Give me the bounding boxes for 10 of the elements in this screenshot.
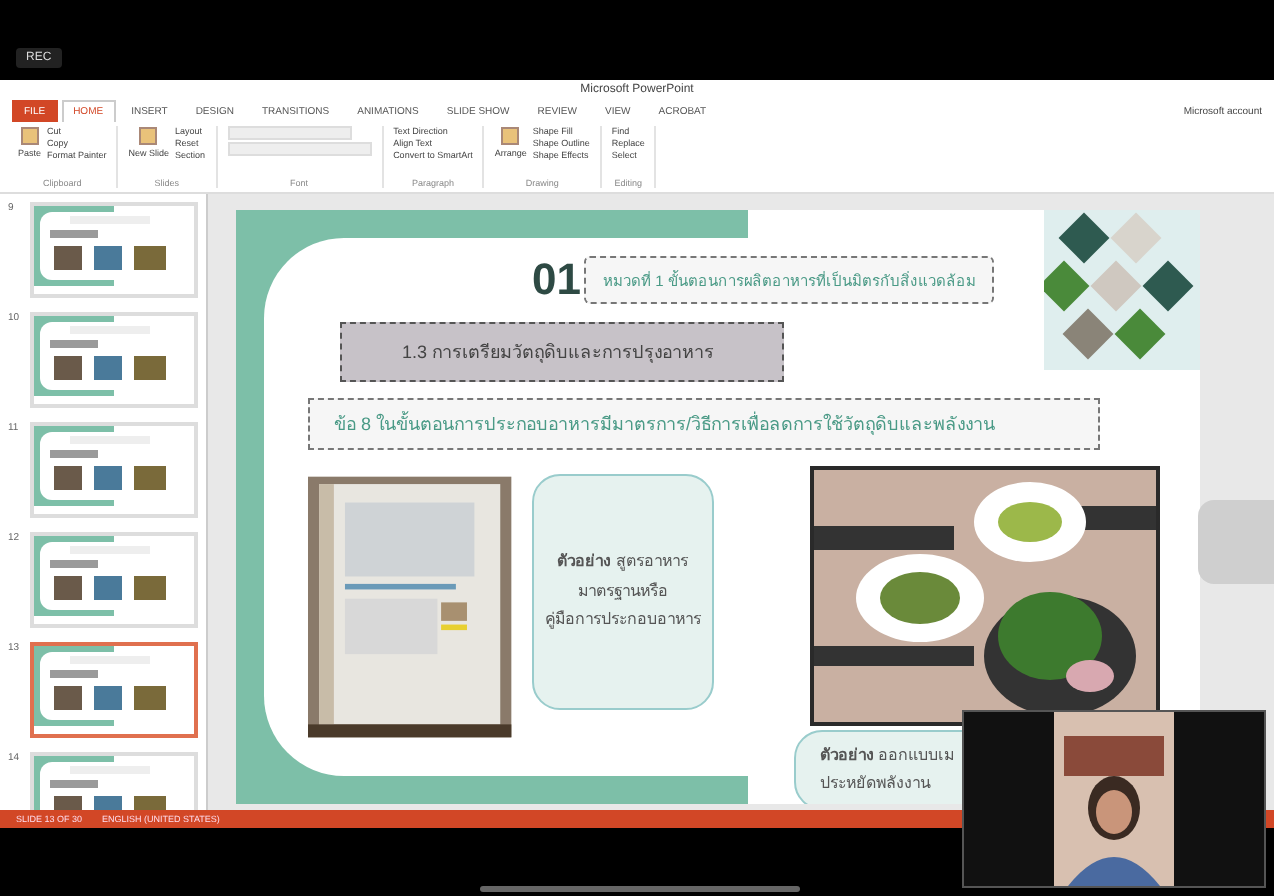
slide-thumbnail[interactable] xyxy=(30,642,198,738)
square-icon xyxy=(19,126,40,146)
font-field[interactable] xyxy=(227,126,352,140)
square-icon xyxy=(500,126,521,146)
point-text: ข้อ 8 ในขั้นตอนการประกอบอาหารมีมาตรการ/วิธีการเพื่อลดการใช้วัตถุดิบและพลังงาน xyxy=(308,398,1100,450)
square-icon xyxy=(138,126,159,146)
callout-text: ตัวอย่าง สูตรอาหาร มาตรฐานหรือ คู่มือการประกอบอาหาร xyxy=(544,550,701,633)
slide-number: 01 xyxy=(532,254,581,306)
section-title: 1.3 การเตรียมวัตถุดิบและการปรุงอาหาร xyxy=(340,322,784,382)
callout-text: ตัวอย่าง ออกแบบเม ประหยัดพลังงาน xyxy=(818,743,955,796)
